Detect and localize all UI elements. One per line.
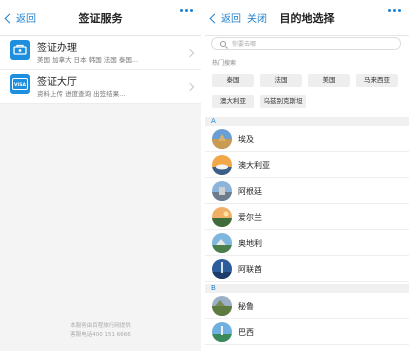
destination-row[interactable]: 阿联酋 [205, 256, 409, 282]
hot-chip[interactable]: 乌兹别克斯坦 [260, 95, 306, 108]
destination-label: 爱尔兰 [238, 213, 262, 222]
globe-icon [212, 322, 232, 342]
search-icon [220, 41, 226, 47]
service-list: 签证办理 美国 加拿大 日本 韩国 法国 泰国... VISA 签证大厅 资料上… [0, 36, 201, 104]
globe-icon [212, 296, 232, 316]
destination-label: 澳大利亚 [238, 161, 270, 170]
service-item-visa-apply[interactable]: 签证办理 美国 加拿大 日本 韩国 法国 泰国... [0, 36, 201, 70]
destination-select-screen: 返回 关闭 目的地选择 你要去哪 热门搜索 泰国 法国 美国 马来西亚 澳大利亚… [205, 0, 409, 351]
destination-row[interactable]: 奥地利 [205, 230, 409, 256]
destination-row[interactable]: 阿根廷 [205, 178, 409, 204]
service-title: 签证办理 [37, 43, 77, 54]
hot-chip[interactable]: 泰国 [212, 74, 254, 87]
destination-label: 秘鲁 [238, 302, 254, 311]
search-placeholder: 你要去哪 [232, 41, 257, 48]
destination-row[interactable]: 埃及 [205, 126, 409, 152]
visa-card-icon: VISA [10, 74, 30, 94]
destination-label: 奥地利 [238, 239, 262, 248]
hot-search-chips: 泰国 法国 美国 马来西亚 澳大利亚 乌兹别克斯坦 [212, 74, 406, 108]
globe-icon [212, 181, 232, 201]
footer-provider: 本服务由百程旅行网提供 [70, 323, 131, 329]
more-button[interactable] [388, 9, 401, 12]
globe-icon [212, 207, 232, 227]
footer-phone: 客服电话400 151 6666 [70, 332, 131, 338]
destination-row[interactable]: 澳大利亚 [205, 152, 409, 178]
chevron-right-icon [185, 82, 195, 92]
page-title: 签证服务 [78, 12, 123, 25]
destination-row[interactable]: 巴西 [205, 319, 409, 345]
nav-bar: 返回 签证服务 [0, 0, 201, 36]
destination-label: 巴西 [238, 328, 254, 337]
nav-bar: 返回 关闭 目的地选择 [205, 0, 409, 36]
hot-chip[interactable]: 马来西亚 [356, 74, 398, 87]
section-header-a: A [205, 117, 409, 126]
destination-label: 埃及 [238, 135, 254, 144]
hot-chip[interactable]: 法国 [260, 74, 302, 87]
service-subtitle: 美国 加拿大 日本 韩国 法国 泰国... [37, 56, 139, 64]
destination-label: 阿联酋 [238, 265, 262, 274]
page-title: 目的地选择 [279, 12, 335, 25]
destination-label: 阿根廷 [238, 187, 262, 196]
service-title: 签证大厅 [37, 77, 77, 88]
chevron-right-icon [185, 48, 195, 58]
visa-badge-text: VISA [14, 82, 26, 88]
more-button[interactable] [180, 9, 193, 12]
globe-icon [212, 233, 232, 253]
search-input[interactable]: 你要去哪 [211, 37, 401, 50]
more-dots-icon [180, 9, 183, 12]
footer: 本服务由百程旅行网提供 客服电话400 151 6666 [0, 322, 201, 340]
service-item-visa-hall[interactable]: VISA 签证大厅 资料上传 进度查询 出签结果... [0, 70, 201, 104]
globe-icon [212, 259, 232, 279]
destination-row[interactable]: 秘鲁 [205, 293, 409, 319]
service-subtitle: 资料上传 进度查询 出签结果... [37, 90, 126, 98]
globe-icon [212, 129, 232, 149]
hot-chip[interactable]: 澳大利亚 [212, 95, 254, 108]
visa-services-screen: 返回 签证服务 签证办理 美国 加拿大 日本 韩国 法国 泰国... VISA … [0, 0, 201, 351]
destination-row[interactable]: 爱尔兰 [205, 204, 409, 230]
more-dots-icon [388, 9, 391, 12]
passport-icon [10, 40, 30, 60]
globe-icon [212, 155, 232, 175]
section-header-b: B [205, 284, 409, 293]
hot-search-title: 热门搜索 [212, 60, 237, 67]
hot-chip[interactable]: 美国 [308, 74, 350, 87]
